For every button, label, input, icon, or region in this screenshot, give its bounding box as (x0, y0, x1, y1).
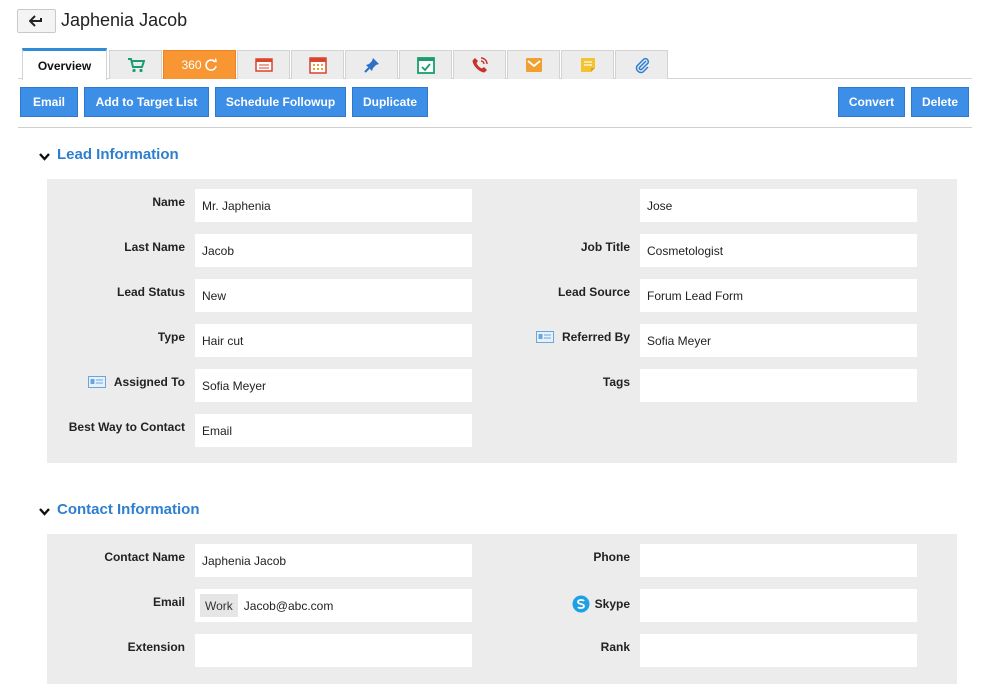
duplicate-button[interactable]: Duplicate (352, 87, 428, 117)
extension-field[interactable] (195, 634, 472, 667)
phone-icon (472, 57, 488, 73)
job-title-field[interactable]: Cosmetologist (640, 234, 917, 267)
delete-button[interactable]: Delete (911, 87, 969, 117)
type-label: Type (157, 330, 185, 344)
skype-field[interactable] (640, 589, 917, 622)
toolbar-divider (18, 127, 972, 128)
email-value[interactable]: Jacob@abc.com (244, 599, 334, 613)
assigned-to-label: Assigned To (113, 375, 185, 389)
type-field[interactable]: Hair cut (195, 324, 472, 357)
contact-card-icon[interactable] (87, 376, 106, 388)
email-label: Email (152, 595, 185, 609)
contact-information-panel: Contact Name Japhenia Jacob Phone Email … (47, 534, 957, 684)
tab-notes[interactable] (561, 50, 614, 79)
cart-icon (127, 58, 145, 73)
contact-card-icon[interactable] (535, 331, 554, 343)
contact-information-title: Contact Information (57, 501, 200, 518)
lead-source-label: Lead Source (557, 285, 630, 299)
email-button[interactable]: Email (20, 87, 78, 117)
chevron-down-icon (39, 507, 50, 516)
tags-label: Tags (602, 375, 630, 389)
notes-list-icon (254, 58, 273, 72)
tab-tasks[interactable] (399, 50, 452, 79)
rank-field[interactable] (640, 634, 917, 667)
tab-emails[interactable] (507, 50, 560, 79)
phone-label: Phone (593, 550, 630, 564)
lead-information-header[interactable]: Lead Information (38, 146, 179, 163)
email-type-badge: Work (200, 594, 238, 617)
lead-status-field[interactable]: New (195, 279, 472, 312)
convert-button[interactable]: Convert (838, 87, 905, 117)
assigned-to-field[interactable]: Sofia Meyer (195, 369, 472, 402)
pin-icon (363, 58, 379, 73)
lead-information-title: Lead Information (57, 146, 179, 163)
job-title-label: Job Title (580, 240, 630, 254)
rank-label: Rank (600, 640, 630, 654)
tab-calendar[interactable] (291, 50, 344, 79)
lead-status-label: Lead Status (116, 285, 185, 299)
back-button[interactable] (17, 9, 56, 33)
tab-360-label: 360 (181, 58, 202, 72)
email-field[interactable]: Work Jacob@abc.com (195, 589, 472, 622)
tab-attachments[interactable] (615, 50, 668, 79)
skype-icon (572, 595, 590, 613)
phone-field[interactable] (640, 544, 917, 577)
name-label: Name (152, 195, 185, 209)
tab-overview-label: Overview (37, 58, 92, 73)
tags-field[interactable] (640, 369, 917, 402)
name-field[interactable]: Mr. Japhenia (195, 189, 472, 222)
referred-by-label: Referred By (561, 330, 630, 344)
lead-information-panel: Name Mr. Japhenia Jose Last Name Jacob J… (47, 179, 957, 463)
task-check-icon (416, 57, 435, 74)
email-icon (525, 58, 542, 72)
tab-products[interactable] (109, 50, 162, 79)
skype-label-wrap: Skype (487, 595, 630, 613)
assigned-to-label-wrap: Assigned To (47, 375, 185, 389)
contact-name-label: Contact Name (104, 550, 185, 564)
calendar-icon (308, 57, 327, 74)
tab-overview[interactable]: Overview (22, 48, 107, 80)
page-title: Japhenia Jacob (61, 10, 188, 30)
tab-pin[interactable] (345, 50, 398, 79)
contact-information-header[interactable]: Contact Information (38, 501, 200, 518)
last-name-field[interactable]: Jacob (195, 234, 472, 267)
skype-label: Skype (594, 597, 630, 611)
schedule-followup-button[interactable]: Schedule Followup (215, 87, 346, 117)
lead-source-field[interactable]: Forum Lead Form (640, 279, 917, 312)
chevron-down-icon (39, 152, 50, 161)
tab-notes-list[interactable] (237, 50, 290, 79)
tab-calls[interactable] (453, 50, 506, 79)
extension-label: Extension (127, 640, 185, 654)
referred-by-label-wrap: Referred By (487, 330, 630, 344)
tab-360[interactable]: 360 (163, 50, 236, 79)
add-to-target-list-button[interactable]: Add to Target List (84, 87, 209, 117)
record-tabs: Overview 360 (18, 48, 972, 80)
first-name-field[interactable]: Jose (640, 189, 917, 222)
attachment-icon (635, 57, 649, 74)
360-icon (204, 58, 217, 71)
last-name-label: Last Name (124, 240, 185, 254)
contact-name-field[interactable]: Japhenia Jacob (195, 544, 472, 577)
referred-by-field[interactable]: Sofia Meyer (640, 324, 917, 357)
back-arrow-icon (28, 15, 42, 27)
best-way-to-contact-label: Best Way to Contact (68, 420, 185, 434)
best-way-to-contact-field[interactable]: Email (195, 414, 472, 447)
sticky-note-icon (580, 58, 595, 72)
